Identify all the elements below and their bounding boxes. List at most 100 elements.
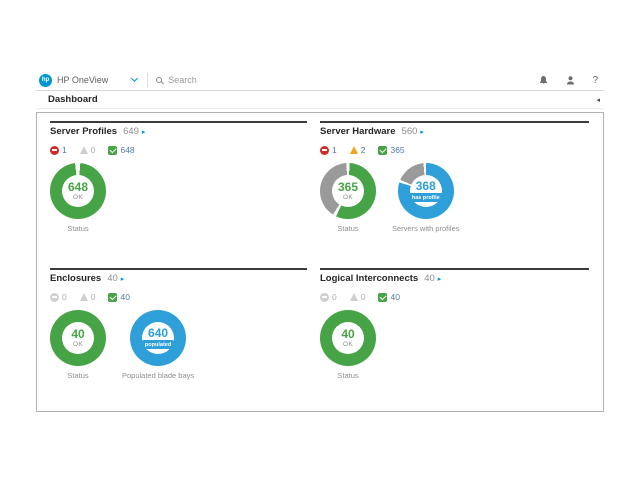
panel-title[interactable]: Server Hardware [320,126,396,137]
donut-chart[interactable]: 648 OK [50,163,106,219]
donut-sublabel: has profile [409,193,443,202]
donut-sublabel: populated [142,340,174,349]
donut-label: Status [67,224,88,233]
collapse-panel-icon[interactable]: ◂ [596,96,600,104]
panel-title[interactable]: Server Profiles [50,126,117,137]
ok-icon [108,293,117,302]
status-count-value: 1 [332,145,337,155]
brand-label: HP OneView [57,75,108,85]
donut-label: Servers with profiles [392,224,460,233]
donut-label: Populated blade bays [122,371,194,380]
warning-status-count[interactable]: 0 [80,145,96,155]
warning-icon [350,146,358,154]
divider [147,73,148,87]
status-summary-row: 1 0 648 [50,145,307,155]
donut-sublabel: OK [73,194,83,201]
donut-hole: 40 OK [62,322,94,354]
panel-title[interactable]: Logical Interconnects [320,273,418,284]
panel-header: Server Hardware 560 ▸ [320,126,589,137]
status-count-value: 0 [91,145,96,155]
donut-hole: 640 populated [142,322,174,354]
ok-status-count[interactable]: 40 [378,292,399,302]
status-count-value: 0 [62,292,67,302]
status-summary-row: 0 0 40 [320,292,589,302]
status-count-value: 40 [120,292,129,302]
panel-title[interactable]: Enclosures [50,273,101,284]
donut-sublabel: OK [73,341,83,348]
status-count-value: 365 [390,145,404,155]
critical-icon [320,146,329,155]
donut-row: 365 OK Status 368 has profile Servers wi… [320,163,589,233]
panel-total-count[interactable]: 560 [402,126,418,137]
critical-status-count[interactable]: 0 [320,292,337,302]
status-count-value: 0 [332,292,337,302]
dashboard-panel: Enclosures 40 ▸ 0 0 40 40 OK Status 640 … [50,268,307,415]
donut-label: Status [337,224,358,233]
brand-menu[interactable]: hp HP OneView [36,74,108,87]
panel-link-arrow-icon[interactable]: ▸ [142,128,146,136]
donut-block: 368 has profile Servers with profiles [392,163,460,233]
critical-icon [50,293,59,302]
warning-status-count[interactable]: 0 [350,292,366,302]
donut-block: 365 OK Status [320,163,376,233]
donut-sublabel: OK [343,341,353,348]
notifications-bell-icon[interactable] [538,75,549,86]
donut-value: 40 [341,328,354,340]
warning-status-count[interactable]: 2 [350,145,366,155]
donut-hole: 40 OK [332,322,364,354]
donut-block: 40 OK Status [320,310,376,380]
hp-logo-icon: hp [39,74,52,87]
donut-chart[interactable]: 40 OK [320,310,376,366]
donut-hole: 365 OK [332,175,364,207]
ok-status-count[interactable]: 365 [378,145,404,155]
warning-icon [80,293,88,301]
search-input[interactable] [168,75,368,85]
panel-link-arrow-icon[interactable]: ▸ [438,275,442,283]
donut-chart[interactable]: 365 OK [320,163,376,219]
donut-hole: 648 OK [62,175,94,207]
critical-status-count[interactable]: 1 [320,145,337,155]
donut-row: 40 OK Status 640 populated Populated bla… [50,310,307,380]
panel-header: Logical Interconnects 40 ▸ [320,273,589,284]
user-account-icon[interactable] [565,75,576,86]
status-count-value: 2 [361,145,366,155]
panel-total-count[interactable]: 649 [123,126,139,137]
search-icon [156,77,162,83]
donut-sublabel: OK [343,194,353,201]
dashboard-panel: Server Hardware 560 ▸ 1 2 365 365 OK Sta… [320,121,589,268]
donut-label: Status [337,371,358,380]
critical-status-count[interactable]: 0 [50,292,67,302]
donut-block: 648 OK Status [50,163,106,233]
donut-chart[interactable]: 40 OK [50,310,106,366]
dashboard-panel: Server Profiles 649 ▸ 1 0 648 648 OK Sta… [50,121,307,268]
panel-total-count[interactable]: 40 [424,273,435,284]
donut-row: 40 OK Status [320,310,589,380]
panel-link-arrow-icon[interactable]: ▸ [420,128,424,136]
status-summary-row: 1 2 365 [320,145,589,155]
donut-block: 40 OK Status [50,310,106,380]
donut-chart[interactable]: 368 has profile [398,163,454,219]
page-bar: Dashboard ◂ [36,91,604,109]
ok-icon [108,146,117,155]
ok-icon [378,293,387,302]
top-bar: hp HP OneView ? [36,70,604,91]
panel-grid: Server Profiles 649 ▸ 1 0 648 648 OK Sta… [37,113,603,415]
donut-chart[interactable]: 640 populated [130,310,186,366]
panel-link-arrow-icon[interactable]: ▸ [121,275,125,283]
donut-value: 640 [148,327,168,339]
ok-status-count[interactable]: 648 [108,145,134,155]
dashboard-content: Server Profiles 649 ▸ 1 0 648 648 OK Sta… [36,112,604,412]
page-title: Dashboard [48,94,98,105]
status-count-value: 648 [120,145,134,155]
panel-total-count[interactable]: 40 [107,273,118,284]
warning-status-count[interactable]: 0 [80,292,96,302]
critical-status-count[interactable]: 1 [50,145,67,155]
topbar-actions: ? [538,75,598,86]
ok-status-count[interactable]: 40 [108,292,129,302]
critical-icon [320,293,329,302]
help-icon[interactable]: ? [592,75,598,86]
critical-icon [50,146,59,155]
chevron-down-icon[interactable] [131,75,138,82]
status-count-value: 40 [390,292,399,302]
status-count-value: 1 [62,145,67,155]
